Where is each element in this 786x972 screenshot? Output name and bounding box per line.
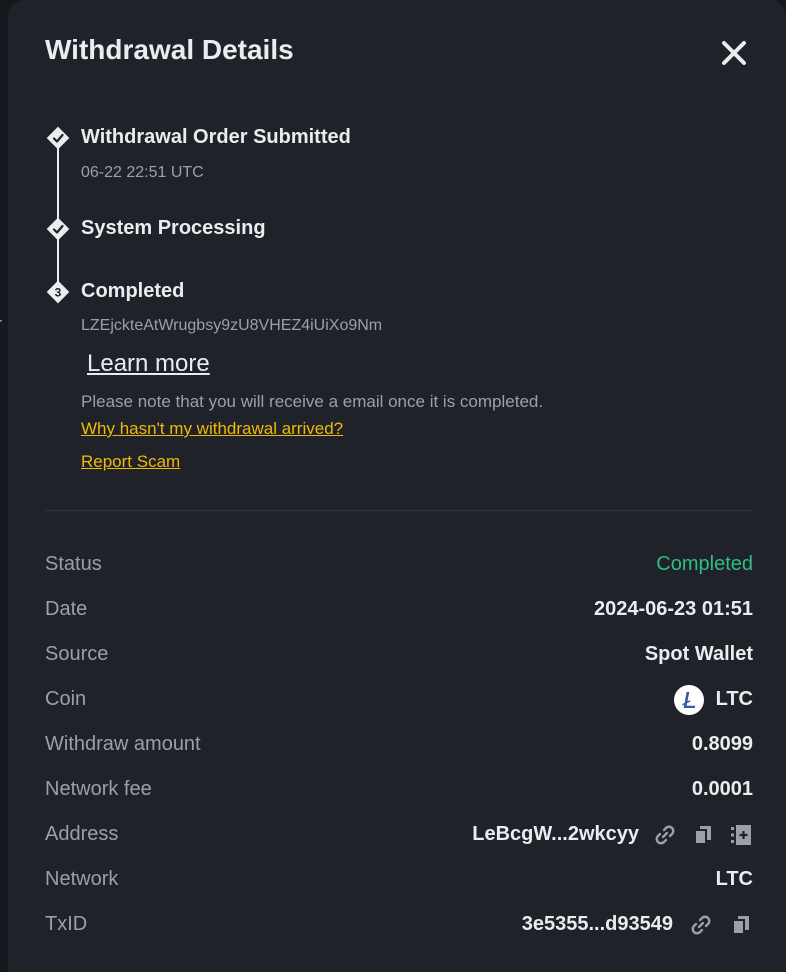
section-divider: [45, 510, 753, 511]
litecoin-icon: [673, 684, 704, 715]
detail-row-withdraw-amount: Withdraw amount 0.8099: [45, 722, 753, 767]
source-value: Spot Wallet: [644, 643, 753, 665]
network-fee-label: Network fee: [45, 778, 152, 800]
txid-value-wrap: 3e5355...d93549: [522, 913, 753, 937]
coin-label: Coin: [45, 688, 87, 710]
learn-more-link[interactable]: Learn more: [87, 350, 210, 378]
address-value-wrap: LeBcgW...2wkcyy: [472, 823, 753, 847]
source-label: Source: [45, 643, 109, 665]
txid-label: TxID: [45, 913, 88, 935]
coin-value: LTC: [715, 688, 753, 710]
withdrawal-timeline: Withdrawal Order Submitted 06-22 22:51 U…: [40, 120, 740, 480]
withdrawal-details-modal: Withdrawal Details Withdrawal Order Subm…: [8, 0, 786, 972]
withdraw-amount-label: Withdraw amount: [45, 733, 201, 755]
detail-row-txid: TxID 3e5355...d93549: [45, 902, 753, 947]
detail-row-address: Address LeBcgW...2wkcyy: [45, 812, 753, 857]
details-list: Status Completed Date 2024-06-23 01:51 S…: [45, 542, 753, 947]
copy-icon[interactable]: [729, 913, 753, 937]
modal-title: Withdrawal Details: [45, 34, 294, 65]
close-icon[interactable]: [720, 39, 748, 67]
address-value: LeBcgW...2wkcyy: [472, 823, 639, 845]
status-label: Status: [45, 553, 102, 575]
status-value: Completed: [656, 553, 753, 575]
why-not-arrived-link[interactable]: Why hasn't my withdrawal arrived?: [81, 419, 343, 439]
step-number-label: 3: [55, 286, 62, 300]
step-title-submitted: Withdrawal Order Submitted: [81, 126, 351, 148]
address-label: Address: [45, 823, 119, 845]
add-to-address-book-icon[interactable]: [729, 823, 753, 847]
detail-row-network-fee: Network fee 0.0001: [45, 767, 753, 812]
step-title-processing: System Processing: [81, 217, 266, 239]
date-label: Date: [45, 598, 88, 620]
copy-icon[interactable]: [691, 823, 715, 847]
withdraw-amount-value: 0.8099: [691, 733, 753, 755]
step-number-icon: 3: [46, 280, 70, 304]
txid-value: 3e5355...d93549: [521, 913, 673, 935]
detail-row-source: Source Spot Wallet: [45, 632, 753, 677]
step-title-completed: Completed: [81, 280, 185, 302]
timeline-line: [57, 138, 59, 293]
step-time-submitted: 06-22 22:51 UTC: [81, 164, 204, 181]
step-address-completed: LZEjckteAtWrugbsy9zU8VHEZ4iUiXo9Nm: [81, 317, 383, 334]
step-complete-check-icon: [46, 126, 70, 150]
detail-row-network: Network LTC: [45, 857, 753, 902]
detail-row-date: Date 2024-06-23 01:51: [45, 587, 753, 632]
email-notice-text: Please note that you will receive a emai…: [81, 392, 544, 411]
coin-value-wrap: LTC: [673, 684, 753, 715]
network-fee-value: 0.0001: [691, 778, 753, 800]
step-complete-check-icon: [46, 217, 70, 241]
date-value: 2024-06-23 01:51: [593, 598, 753, 620]
network-label: Network: [45, 868, 119, 890]
link-icon[interactable]: [653, 823, 677, 847]
report-scam-link[interactable]: Report Scam: [81, 452, 180, 472]
background-text-fragment: r: [0, 314, 2, 335]
network-value: LTC: [715, 868, 753, 890]
detail-row-status: Status Completed: [45, 542, 753, 587]
detail-row-coin: Coin LTC: [45, 677, 753, 722]
link-icon[interactable]: [689, 913, 713, 937]
